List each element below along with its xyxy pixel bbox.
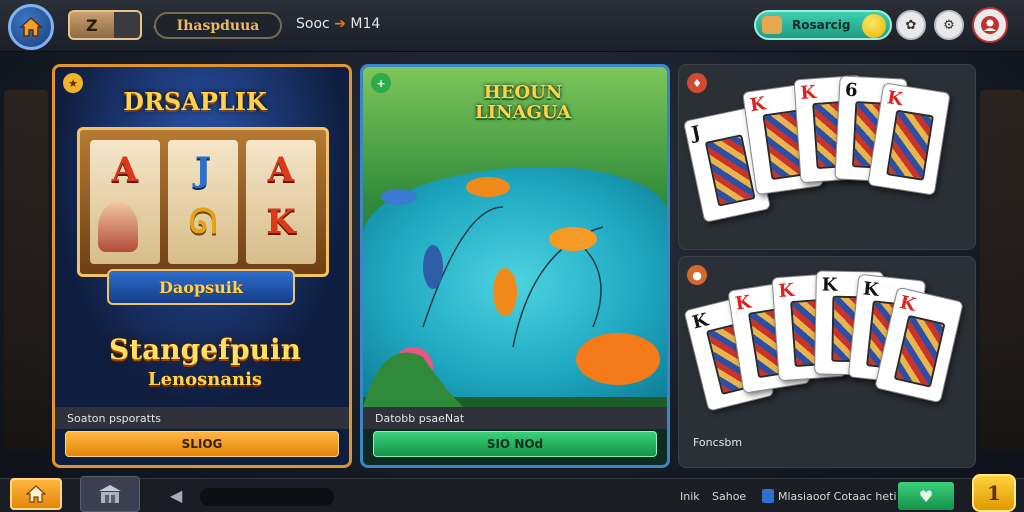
favorite-button[interactable]: ♥ [898,482,954,510]
left-decor [4,90,48,450]
slots-banner: Daopsuik [107,269,295,305]
card-rank: 6 [844,79,859,102]
gear-icon: ✿ [905,17,917,33]
shop-icon [99,485,121,503]
fishing-scene [363,177,660,407]
card-face [886,109,934,181]
avatar-button[interactable] [972,7,1008,43]
home-icon [19,16,43,37]
settings-button[interactable]: ⚙ [934,10,964,40]
fishing-title-line2: LINAGUA [475,102,571,123]
home-icon [26,485,46,503]
fishing-title: HEOUN LINAGUA [463,83,583,123]
slots-game-panel[interactable]: ★ DRSAPLIK A J ᘏ A K Daopsuik Stangefpui… [52,64,352,468]
card-rank: K [733,291,753,315]
score-display: Sooc ➔ M14 [296,16,380,32]
playing-card: K [867,82,951,196]
reel-symbol: J [194,150,212,190]
bottom-input-track[interactable] [200,488,334,506]
coin-button[interactable]: 1 [972,474,1016,512]
card-face [893,314,946,388]
fishing-caption: Datobb psaeNat [363,407,667,429]
reel-2: J ᘏ [168,140,238,264]
badge-icon: ● [687,265,707,285]
card-rank: K [777,279,795,303]
slot-reels: A J ᘏ A K [77,127,329,277]
bottom-label-a: Inik [680,490,700,503]
card-rank: K [821,274,838,296]
smiley-icon [862,14,886,38]
coin-icon: 1 [987,481,1001,505]
game-title[interactable]: Ihaspduua [154,12,282,39]
slots-logo-line2: Lenosnanis [147,369,263,390]
settings-icon: ⚙ [943,17,955,33]
card-rank: K [748,93,768,117]
plus-badge-icon: + [371,73,391,93]
back-arrow-icon[interactable]: ◀ [170,486,194,505]
character-icon [98,202,138,252]
score-value: M14 [350,16,381,32]
bottom-label-b: Sahoe [712,490,747,503]
fishing-game-panel[interactable]: + HEOUN LINAGUA Datobb psaeNat SIO NOd [360,64,670,468]
reel-symbol: K [266,202,296,242]
reel-1: A [90,140,160,264]
reel-symbol: A [111,150,139,190]
lion-icon [762,16,782,34]
card-rank: J [689,122,703,145]
bottom-label-c: Mlasiaoof Cotaac heti [778,490,897,503]
bottom-home-button[interactable] [10,478,62,510]
shop-button[interactable] [80,476,140,512]
card-game-panel-top[interactable]: ♦ J K K 6 K [678,64,976,250]
card-rank: K [861,278,880,301]
slots-caption: Soaton psporatts [55,407,349,429]
card-rank: K [897,291,918,316]
slots-title: DRSAPLIK [123,87,267,116]
score-label: Sooc [296,16,330,32]
arrow-right-icon: ➔ [334,16,346,32]
badge-icon: ♦ [687,73,707,93]
reel-symbol: A [267,150,295,190]
profile-icon [981,16,999,34]
slots-play-button[interactable]: SLIOG [65,431,339,457]
profile-pill-letter: Z [86,15,98,35]
home-button[interactable] [8,4,54,50]
profile-pill-dark-segment [114,12,140,38]
heart-icon: ♥ [918,486,934,506]
fishing-play-button[interactable]: SIO NOd [373,431,657,457]
fishing-title-line1: HEOUN [483,82,563,103]
card-rank: K [799,81,817,105]
gold-swirl-icon: ᘏ [188,202,218,242]
card-rank: K [885,87,905,111]
slots-logo-line1: Stangefpuin [108,333,302,366]
right-decor [980,90,1024,450]
info-icon [762,489,774,503]
reel-3: A K [246,140,316,264]
rewards-pill[interactable]: Rosarcig [754,10,892,40]
rewards-label: Rosarcig [792,18,851,32]
card-face [704,134,756,207]
gear-button[interactable]: ✿ [896,10,926,40]
cards-caption: Foncsbm [693,436,743,449]
card-game-panel-bottom[interactable]: ● K K K K K K Foncsbm [678,256,976,468]
profile-pill[interactable]: Z [68,10,142,40]
